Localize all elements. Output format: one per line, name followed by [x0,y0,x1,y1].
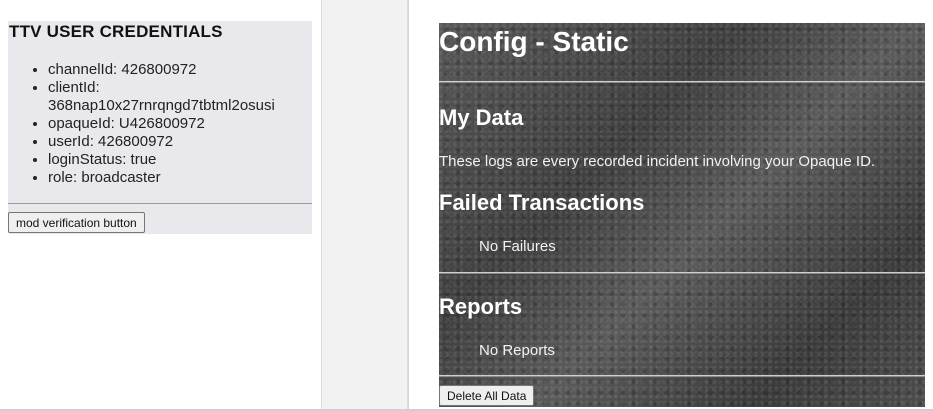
config-frame: Config - Static My Data These logs are e… [408,0,933,411]
credentials-divider [8,203,312,204]
reports-status: No Reports [479,342,555,359]
credential-login-status: loginStatus: true [48,151,310,169]
my-data-heading: My Data [439,105,524,130]
credential-role: role: broadcaster [48,169,310,187]
config-divider-middle [439,272,925,274]
credentials-list: channelId: 426800972 clientId: 368nap10x… [48,61,310,187]
mod-verification-button[interactable]: mod verification button [8,212,145,233]
credentials-frame: TTV USER CREDENTIALS channelId: 42680097… [0,0,322,411]
credentials-title: TTV USER CREDENTIALS [9,22,223,41]
credential-user-id: userId: 426800972 [48,133,310,151]
delete-all-data-button[interactable]: Delete All Data [439,385,535,406]
config-title: Config - Static [439,26,629,57]
credential-opaque-id: opaqueId: U426800972 [48,115,310,133]
credential-client-id: clientId: 368nap10x27rnrqngd7tbtml2osusi [48,79,310,115]
config-divider-top [439,81,925,83]
credential-channel-id: channelId: 426800972 [48,61,310,79]
failed-transactions-heading: Failed Transactions [439,190,645,215]
logs-description: These logs are every recorded incident i… [439,153,876,170]
credentials-panel: TTV USER CREDENTIALS channelId: 42680097… [8,21,312,234]
config-panel: Config - Static My Data These logs are e… [439,23,925,407]
failed-transactions-status: No Failures [479,238,556,255]
config-divider-bottom [439,375,925,377]
reports-heading: Reports [439,294,523,319]
frame-gap [322,0,408,411]
